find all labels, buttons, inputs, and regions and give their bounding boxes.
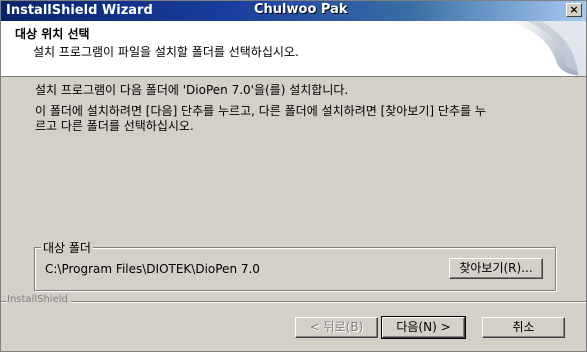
install-info-text: 설치 프로그램이 다음 폴더에 'DioPen 7.0'을(를) 설치합니다. bbox=[35, 83, 349, 97]
installshield-brand: InstallShield bbox=[7, 294, 71, 305]
page-subtitle: 설치 프로그램이 파일을 설치할 폴더를 선택하십시오. bbox=[33, 45, 299, 59]
installer-window: InstallShield Wizard Chulwoo Pak × 대상 위치… bbox=[0, 0, 587, 352]
user-label: Chulwoo Pak bbox=[254, 2, 348, 17]
back-button[interactable]: < 뒤로(B) bbox=[295, 317, 378, 338]
close-icon: × bbox=[569, 3, 579, 16]
next-button[interactable]: 다음(N) > bbox=[381, 316, 466, 339]
instructions-line-2: 르고 다른 폴더를 선택하십시오. bbox=[35, 119, 194, 133]
header-decoration-icon bbox=[506, 21, 586, 76]
close-button[interactable]: × bbox=[566, 3, 582, 17]
page-title: 대상 위치 선택 bbox=[15, 27, 90, 41]
title-bar[interactable]: InstallShield Wizard Chulwoo Pak × bbox=[1, 1, 586, 21]
browse-button[interactable]: 찾아보기(R)... bbox=[449, 258, 543, 279]
instructions-line-1: 이 폴더에 설치하려면 [다음] 단추를 누르고, 다른 폴더에 설치하려면 [… bbox=[35, 104, 486, 118]
destination-path: C:\Program Files\DIOTEK\DioPen 7.0 bbox=[45, 262, 260, 276]
window-title: InstallShield Wizard bbox=[6, 3, 153, 18]
footer-divider bbox=[1, 301, 586, 303]
destination-folder-label: 대상 폴더 bbox=[41, 239, 93, 256]
wizard-header: 대상 위치 선택 설치 프로그램이 파일을 설치할 폴더를 선택하십시오. bbox=[1, 21, 586, 77]
cancel-button[interactable]: 취소 bbox=[482, 317, 565, 338]
